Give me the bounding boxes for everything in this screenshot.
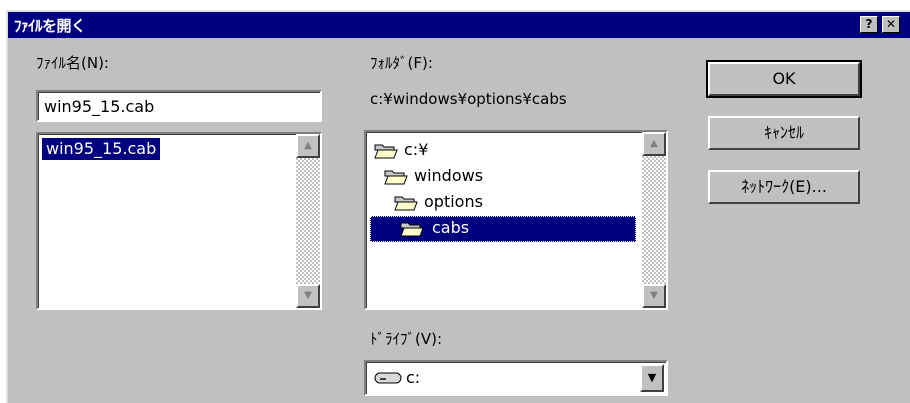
scroll-down-button[interactable]: ▼ bbox=[296, 284, 320, 308]
list-item[interactable]: win95_15.cab bbox=[42, 138, 161, 160]
close-icon: ✕ bbox=[885, 17, 897, 31]
drive-icon bbox=[374, 372, 402, 384]
open-folder-icon bbox=[384, 170, 408, 185]
ok-button[interactable]: OK bbox=[706, 60, 862, 98]
file-list-scrollbar[interactable]: ▲ ▼ bbox=[296, 134, 320, 308]
title-bar[interactable]: ﾌｧｲﾙを開く ? ✕ bbox=[8, 12, 910, 38]
folder-tree-scrollbar[interactable]: ▲ ▼ bbox=[642, 132, 666, 308]
cancel-button[interactable]: ｷｬﾝｾﾙ bbox=[708, 116, 860, 150]
drive-value: c: bbox=[406, 368, 421, 387]
folder-label: ﾌｫﾙﾀﾞ(F): bbox=[370, 54, 433, 72]
help-icon: ? bbox=[865, 17, 873, 31]
scroll-down-button[interactable]: ▼ bbox=[642, 284, 666, 308]
drive-select[interactable]: c: ▼ bbox=[364, 360, 668, 396]
open-folder-icon bbox=[394, 196, 418, 211]
dropdown-arrow-icon: ▼ bbox=[647, 371, 657, 384]
filename-label: ﾌｧｲﾙ名(N): bbox=[36, 54, 109, 72]
file-list[interactable]: win95_15.cab ▲ ▼ bbox=[36, 132, 322, 310]
folder-tree[interactable]: c:¥ windows options cabs ▲ ▼ bbox=[364, 130, 668, 310]
filename-input-value: win95_15.cab bbox=[44, 97, 155, 116]
drive-label: ﾄﾞﾗｲﾌﾞ(V): bbox=[370, 330, 443, 348]
drive-dropdown-button[interactable]: ▼ bbox=[640, 364, 664, 392]
open-folder-icon bbox=[374, 144, 398, 159]
close-button[interactable]: ✕ bbox=[882, 16, 900, 33]
open-folder-icon bbox=[400, 222, 424, 237]
filename-input[interactable]: win95_15.cab bbox=[36, 90, 322, 122]
open-file-dialog: ﾌｧｲﾙを開く ? ✕ ﾌｧｲﾙ名(N): win95_15.cab win95… bbox=[6, 10, 910, 403]
current-folder-path: c:¥windows¥options¥cabs bbox=[370, 90, 567, 108]
dialog-title: ﾌｧｲﾙを開く bbox=[14, 17, 86, 35]
network-button[interactable]: ﾈｯﾄﾜｰｸ(E)... bbox=[708, 170, 860, 204]
folder-item-cabs[interactable]: cabs bbox=[370, 216, 636, 242]
scroll-up-button[interactable]: ▲ bbox=[642, 132, 666, 156]
scroll-up-button[interactable]: ▲ bbox=[296, 134, 320, 158]
help-button[interactable]: ? bbox=[860, 16, 878, 33]
